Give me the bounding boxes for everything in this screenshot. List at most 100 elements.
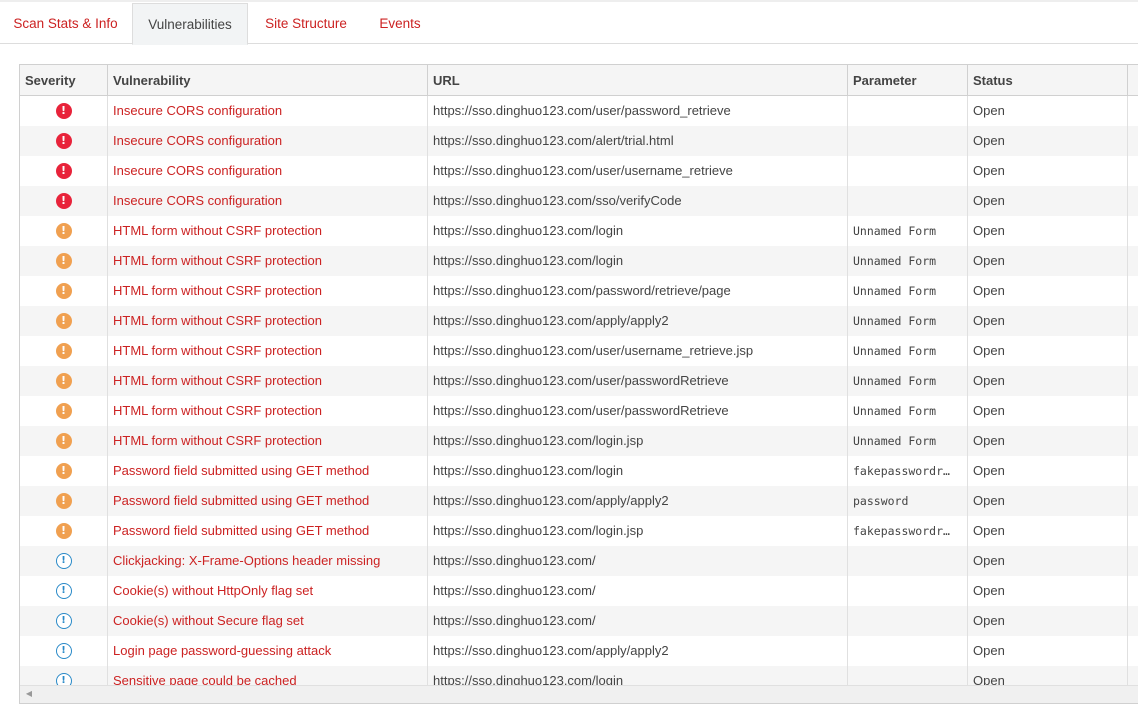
severity-cell: ! — [20, 276, 108, 306]
url-cell: https://sso.dinghuo123.com/ — [428, 576, 848, 606]
table-row[interactable]: ! HTML form without CSRF protection https:… — [20, 396, 1138, 426]
tab-vulnerabilities[interactable]: Vulnerabilities — [132, 3, 248, 45]
column-header-vulnerability[interactable]: Vulnerability — [108, 65, 428, 96]
tab-site-structure[interactable]: Site Structure — [249, 3, 363, 44]
table-row[interactable]: ! Login page password-guessing attack http… — [20, 636, 1138, 666]
column-header-parameter[interactable]: Parameter — [848, 65, 968, 96]
table-row[interactable]: ! Clickjacking: X-Frame-Options header mi… — [20, 546, 1138, 576]
status-cell: Open — [968, 216, 1128, 246]
vulnerability-cell[interactable]: Insecure CORS configuration — [108, 156, 428, 186]
table-row[interactable]: ! HTML form without CSRF protection https:… — [20, 276, 1138, 306]
table-row[interactable]: ! Insecure CORS configuration https://sso.… — [20, 96, 1138, 126]
table-row[interactable]: ! Password field submitted using GET meth… — [20, 486, 1138, 516]
table-row[interactable]: ! HTML form without CSRF protection https:… — [20, 426, 1138, 456]
table-row[interactable]: ! Cookie(s) without HttpOnly flag set http… — [20, 576, 1138, 606]
table-row[interactable]: ! HTML form without CSRF protection https:… — [20, 306, 1138, 336]
horizontal-scrollbar[interactable]: ◀ — [20, 685, 1138, 703]
severity-low-icon: ! — [55, 612, 72, 629]
status-cell: Open — [968, 486, 1128, 516]
vulnerability-cell[interactable]: Login page password-guessing attack — [108, 636, 428, 666]
parameter-cell — [848, 636, 968, 666]
severity-medium-icon: ! — [55, 462, 72, 479]
vulnerability-cell[interactable]: Cookie(s) without HttpOnly flag set — [108, 576, 428, 606]
status-cell: Open — [968, 426, 1128, 456]
vulnerability-cell[interactable]: Cookie(s) without Secure flag set — [108, 606, 428, 636]
column-header-severity[interactable]: Severity — [20, 65, 108, 96]
table-row[interactable]: ! Sensitive page could be cached https://s… — [20, 666, 1138, 685]
severity-cell: ! — [20, 366, 108, 396]
table-row[interactable]: ! Password field submitted using GET meth… — [20, 516, 1138, 546]
url-cell: https://sso.dinghuo123.com/alert/trial.h… — [428, 126, 848, 156]
parameter-cell: Unnamed Form — [848, 306, 968, 336]
table-row[interactable]: ! Password field submitted using GET meth… — [20, 456, 1138, 486]
vulnerability-cell[interactable]: HTML form without CSRF protection — [108, 366, 428, 396]
vulnerability-cell[interactable]: HTML form without CSRF protection — [108, 216, 428, 246]
url-cell: https://sso.dinghuo123.com/login — [428, 216, 848, 246]
table-row[interactable]: ! Cookie(s) without Secure flag set https:… — [20, 606, 1138, 636]
scroll-left-arrow-icon[interactable]: ◀ — [22, 687, 36, 701]
vulnerability-cell[interactable]: HTML form without CSRF protection — [108, 276, 428, 306]
severity-medium-icon: ! — [55, 342, 72, 359]
status-cell: Open — [968, 366, 1128, 396]
vulnerability-cell[interactable]: HTML form without CSRF protection — [108, 246, 428, 276]
vulnerability-cell[interactable]: Insecure CORS configuration — [108, 126, 428, 156]
status-cell: Open — [968, 126, 1128, 156]
grid-body: ! Insecure CORS configuration https://sso.… — [20, 96, 1138, 685]
column-header-url[interactable]: URL — [428, 65, 848, 96]
column-header-status[interactable]: Status — [968, 65, 1128, 96]
table-row[interactable]: ! HTML form without CSRF protection https:… — [20, 216, 1138, 246]
tab-events[interactable]: Events — [364, 3, 436, 44]
vulnerability-cell[interactable]: HTML form without CSRF protection — [108, 336, 428, 366]
top-divider — [0, 0, 1138, 2]
tab-scan-stats[interactable]: Scan Stats & Info — [0, 3, 131, 44]
parameter-cell: Unnamed Form — [848, 216, 968, 246]
url-cell: https://sso.dinghuo123.com/apply/apply2 — [428, 486, 848, 516]
url-cell: https://sso.dinghuo123.com/apply/apply2 — [428, 306, 848, 336]
vulnerability-cell[interactable]: Password field submitted using GET metho… — [108, 486, 428, 516]
vulnerability-cell[interactable]: Insecure CORS configuration — [108, 186, 428, 216]
parameter-cell — [848, 546, 968, 576]
severity-medium-icon: ! — [55, 432, 72, 449]
scan-results-page: Scan Stats & Info Vulnerabilities Site S… — [0, 0, 1138, 706]
vulnerability-cell[interactable]: Password field submitted using GET metho… — [108, 516, 428, 546]
status-cell: Open — [968, 456, 1128, 486]
severity-medium-icon: ! — [55, 522, 72, 539]
vulnerability-cell[interactable]: Insecure CORS configuration — [108, 96, 428, 126]
table-row[interactable]: ! HTML form without CSRF protection https:… — [20, 366, 1138, 396]
status-cell: Open — [968, 276, 1128, 306]
vulnerability-cell[interactable]: HTML form without CSRF protection — [108, 396, 428, 426]
table-row[interactable]: ! Insecure CORS configuration https://sso.… — [20, 156, 1138, 186]
parameter-cell — [848, 576, 968, 606]
vulnerability-cell[interactable]: Password field submitted using GET metho… — [108, 456, 428, 486]
vulnerability-cell[interactable]: Sensitive page could be cached — [108, 666, 428, 685]
parameter-cell: password — [848, 486, 968, 516]
severity-cell: ! — [20, 606, 108, 636]
severity-low-icon: ! — [55, 582, 72, 599]
severity-cell: ! — [20, 546, 108, 576]
table-row[interactable]: ! HTML form without CSRF protection https:… — [20, 336, 1138, 366]
table-row[interactable]: ! HTML form without CSRF protection https:… — [20, 246, 1138, 276]
severity-medium-icon: ! — [55, 252, 72, 269]
table-row[interactable]: ! Insecure CORS configuration https://sso.… — [20, 126, 1138, 156]
parameter-cell: Unnamed Form — [848, 366, 968, 396]
url-cell: https://sso.dinghuo123.com/login — [428, 456, 848, 486]
severity-cell: ! — [20, 396, 108, 426]
severity-medium-icon: ! — [55, 312, 72, 329]
severity-high-icon: ! — [55, 162, 72, 179]
status-cell: Open — [968, 96, 1128, 126]
vulnerability-cell[interactable]: Clickjacking: X-Frame-Options header mis… — [108, 546, 428, 576]
severity-cell: ! — [20, 156, 108, 186]
vulnerability-cell[interactable]: HTML form without CSRF protection — [108, 426, 428, 456]
severity-high-icon: ! — [55, 102, 72, 119]
url-cell: https://sso.dinghuo123.com/user/password… — [428, 96, 848, 126]
severity-cell: ! — [20, 186, 108, 216]
status-cell: Open — [968, 546, 1128, 576]
table-row[interactable]: ! Insecure CORS configuration https://sso.… — [20, 186, 1138, 216]
parameter-cell — [848, 156, 968, 186]
url-cell: https://sso.dinghuo123.com/login — [428, 246, 848, 276]
parameter-cell: fakepasswordr… — [848, 456, 968, 486]
vulnerability-cell[interactable]: HTML form without CSRF protection — [108, 306, 428, 336]
severity-high-icon: ! — [55, 132, 72, 149]
parameter-cell — [848, 96, 968, 126]
severity-low-icon: ! — [55, 552, 72, 569]
